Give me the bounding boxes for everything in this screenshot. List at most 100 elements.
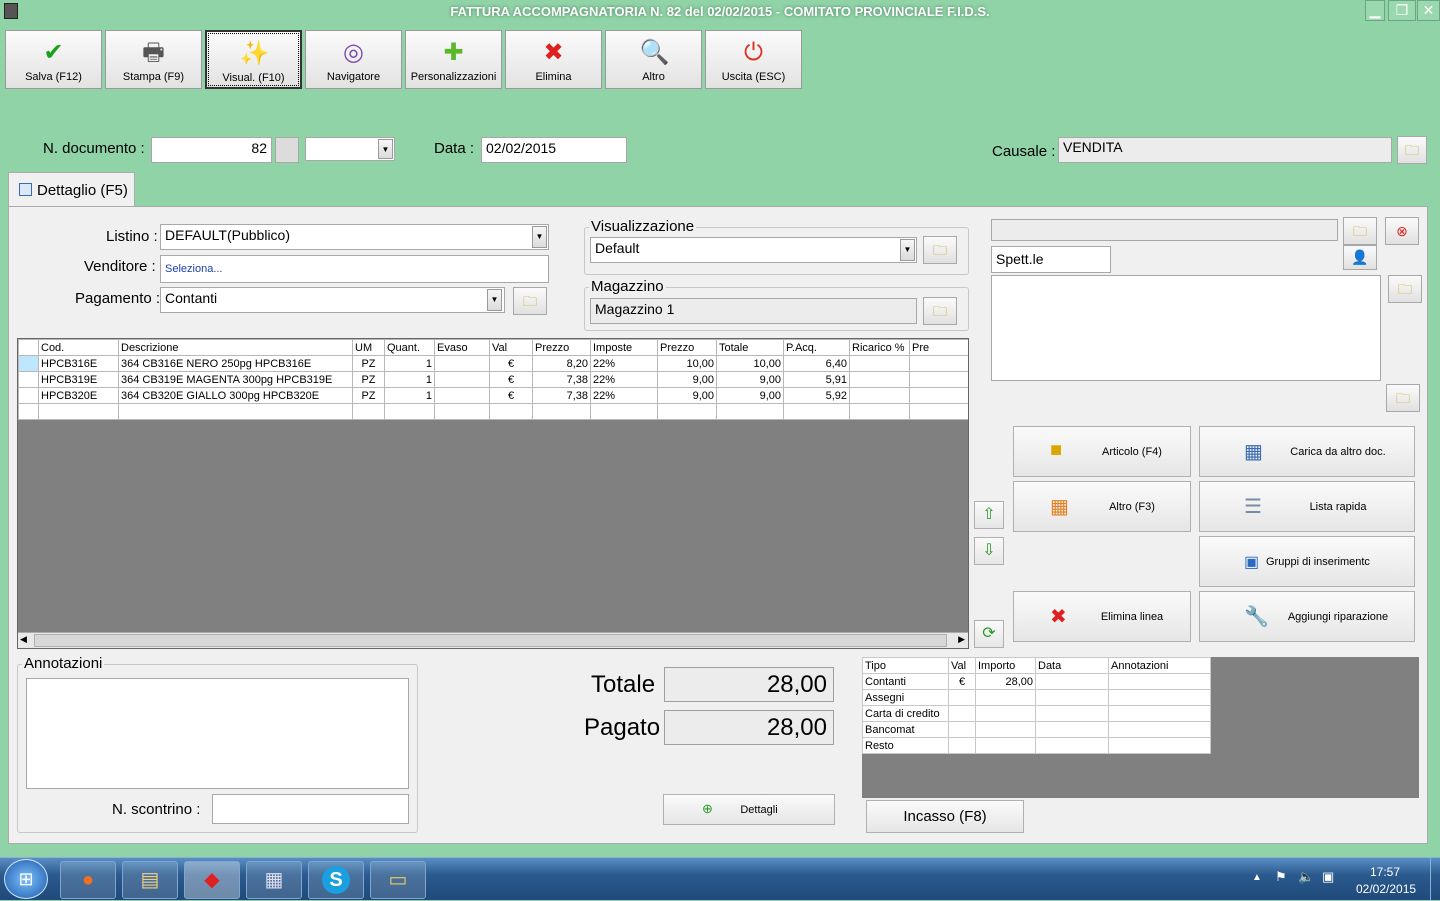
payment-row[interactable]: Contanti €28,00 bbox=[862, 673, 1211, 690]
payment-row[interactable]: Resto bbox=[862, 737, 1211, 754]
add-other-button[interactable]: ▦ Altro (F3) bbox=[1013, 481, 1191, 532]
article-grid[interactable]: Cod. Descrizione UM Quant. Evaso Val Prezzo Imp… bbox=[17, 338, 969, 649]
load-from-doc-button[interactable]: ▦ Carica da altro doc. bbox=[1199, 426, 1415, 477]
magazzino-folder-button[interactable]: 🗀 bbox=[923, 297, 957, 325]
tab-dettaglio[interactable]: Dettaglio (F5) bbox=[8, 172, 135, 208]
scontrino-field[interactable] bbox=[212, 794, 409, 824]
volume-icon[interactable]: 🔈 bbox=[1298, 869, 1314, 885]
table-cell[interactable]: 1 bbox=[384, 355, 435, 372]
table-cell[interactable]: HPCB320E bbox=[38, 387, 119, 404]
table-cell[interactable]: 22% bbox=[590, 371, 658, 388]
table-cell[interactable]: PZ bbox=[352, 387, 385, 404]
move-up-button[interactable]: ⇧ bbox=[974, 501, 1004, 529]
row-selector[interactable] bbox=[18, 387, 39, 404]
table-cell[interactable] bbox=[532, 403, 591, 420]
incasso-button[interactable]: Incasso (F8) bbox=[866, 800, 1024, 833]
table-cell[interactable] bbox=[38, 403, 119, 420]
venditore-field[interactable]: Seleziona... bbox=[160, 255, 549, 283]
causale-folder-button[interactable]: 🗀 bbox=[1397, 136, 1427, 164]
table-cell[interactable]: HPCB316E bbox=[38, 355, 119, 372]
insertion-groups-button[interactable]: ▣ Gruppi di inserimentc bbox=[1199, 536, 1415, 587]
row-selector[interactable] bbox=[18, 403, 39, 420]
payment-row[interactable]: Bancomat bbox=[862, 721, 1211, 738]
taskbar-skype[interactable]: S bbox=[308, 861, 364, 899]
taskbar-explorer[interactable]: ▭ bbox=[370, 861, 426, 899]
table-row[interactable]: HPCB320E 364 CB320E GIALLO 300pg HPCB320E… bbox=[18, 387, 968, 404]
table-cell[interactable] bbox=[909, 403, 968, 420]
payment-cell[interactable] bbox=[1108, 737, 1211, 754]
toolbar-button-6[interactable]: 🔍 Altro bbox=[605, 30, 702, 89]
address-folder-button-2[interactable]: 🗀 bbox=[1386, 384, 1420, 412]
table-cell[interactable]: € bbox=[489, 355, 533, 372]
customer-lookup-button[interactable]: 👤 bbox=[1343, 245, 1377, 270]
table-cell[interactable] bbox=[118, 403, 353, 420]
date-field[interactable]: 02/02/2015 bbox=[481, 137, 627, 163]
column-header[interactable]: Totale bbox=[716, 339, 784, 356]
visualizzazione-folder-button[interactable]: 🗀 bbox=[923, 236, 957, 264]
refresh-button[interactable]: ⟳ bbox=[974, 620, 1004, 648]
table-cell[interactable]: 364 CB316E NERO 250pg HPCB316E bbox=[118, 355, 353, 372]
toolbar-button-0[interactable]: ✔ Salva (F12) bbox=[5, 30, 102, 89]
table-cell[interactable]: 7,38 bbox=[532, 387, 591, 404]
table-cell[interactable]: 5,92 bbox=[783, 387, 850, 404]
payment-cell[interactable] bbox=[948, 705, 976, 722]
column-header[interactable]: Quant. bbox=[384, 339, 435, 356]
table-row[interactable] bbox=[18, 403, 968, 420]
column-header[interactable]: Cod. bbox=[38, 339, 119, 356]
scroll-right-arrow[interactable]: ▶ bbox=[958, 634, 965, 645]
table-cell[interactable]: 9,00 bbox=[657, 387, 717, 404]
restore-button[interactable]: ❐ bbox=[1388, 0, 1416, 21]
column-header[interactable]: Descrizione bbox=[118, 339, 353, 356]
table-cell[interactable]: 364 CB319E MAGENTA 300pg HPCB319E bbox=[118, 371, 353, 388]
table-cell[interactable]: 6,40 bbox=[783, 355, 850, 372]
column-header[interactable]: UM bbox=[352, 339, 385, 356]
table-cell[interactable]: 5,91 bbox=[783, 371, 850, 388]
tray-chevron-icon[interactable]: ▲ bbox=[1252, 872, 1262, 883]
payment-cell[interactable] bbox=[948, 721, 976, 738]
doc-number-field[interactable]: 82 bbox=[151, 137, 272, 163]
table-cell[interactable]: PZ bbox=[352, 355, 385, 372]
chevron-down-icon[interactable]: ▼ bbox=[378, 139, 393, 159]
horizontal-scrollbar[interactable]: ◀ ▶ bbox=[18, 632, 968, 648]
start-button[interactable]: ⊞ bbox=[4, 859, 48, 899]
listino-select[interactable]: DEFAULT(Pubblico) bbox=[160, 224, 549, 250]
payment-cell[interactable] bbox=[1035, 673, 1109, 690]
table-cell[interactable]: 9,00 bbox=[716, 371, 784, 388]
table-cell[interactable] bbox=[384, 403, 435, 420]
payment-cell[interactable] bbox=[1108, 673, 1211, 690]
table-cell[interactable] bbox=[590, 403, 658, 420]
payment-cell[interactable] bbox=[1108, 721, 1211, 738]
table-cell[interactable] bbox=[657, 403, 717, 420]
payment-cell[interactable]: Carta di credito bbox=[862, 705, 949, 722]
scroll-thumb[interactable] bbox=[34, 634, 947, 647]
column-header[interactable]: Prezzo bbox=[657, 339, 717, 356]
column-header[interactable]: Evaso bbox=[434, 339, 490, 356]
toolbar-button-7[interactable]: ⏻ Uscita (ESC) bbox=[705, 30, 802, 89]
customer-address-box[interactable] bbox=[991, 275, 1381, 381]
payment-cell[interactable] bbox=[1035, 705, 1109, 722]
pagamento-folder-button[interactable]: 🗀 bbox=[513, 287, 547, 315]
causale-field[interactable]: VENDITA bbox=[1058, 137, 1392, 163]
taskbar-calculator[interactable]: ▦ bbox=[246, 861, 302, 899]
payment-cell[interactable]: 28,00 bbox=[975, 673, 1036, 690]
annotazioni-textarea[interactable] bbox=[26, 678, 409, 789]
row-selector[interactable] bbox=[18, 371, 39, 388]
flag-icon[interactable]: ⚑ bbox=[1275, 869, 1287, 885]
payment-cell[interactable]: Resto bbox=[862, 737, 949, 754]
table-cell[interactable]: 1 bbox=[384, 387, 435, 404]
salutation-field[interactable]: Spett.le bbox=[991, 246, 1111, 273]
add-article-button[interactable]: ■ Articolo (F4) bbox=[1013, 426, 1191, 477]
table-cell[interactable]: 1 bbox=[384, 371, 435, 388]
chevron-down-icon[interactable]: ▼ bbox=[900, 239, 915, 261]
payment-cell[interactable] bbox=[1035, 737, 1109, 754]
taskbar-documents[interactable]: ▤ bbox=[122, 861, 178, 899]
table-cell[interactable]: 9,00 bbox=[716, 387, 784, 404]
table-cell[interactable]: 10,00 bbox=[657, 355, 717, 372]
customer-clear-button[interactable]: ⊗ bbox=[1385, 217, 1419, 245]
dettagli-button[interactable]: ⊕ Dettagli bbox=[663, 794, 835, 825]
column-header[interactable]: Ricarico % bbox=[849, 339, 910, 356]
column-header[interactable]: Prezzo bbox=[532, 339, 591, 356]
doc-series-select[interactable]: ▼ bbox=[305, 137, 395, 161]
magazzino-field[interactable]: Magazzino 1 bbox=[590, 298, 917, 324]
table-cell[interactable] bbox=[716, 403, 784, 420]
